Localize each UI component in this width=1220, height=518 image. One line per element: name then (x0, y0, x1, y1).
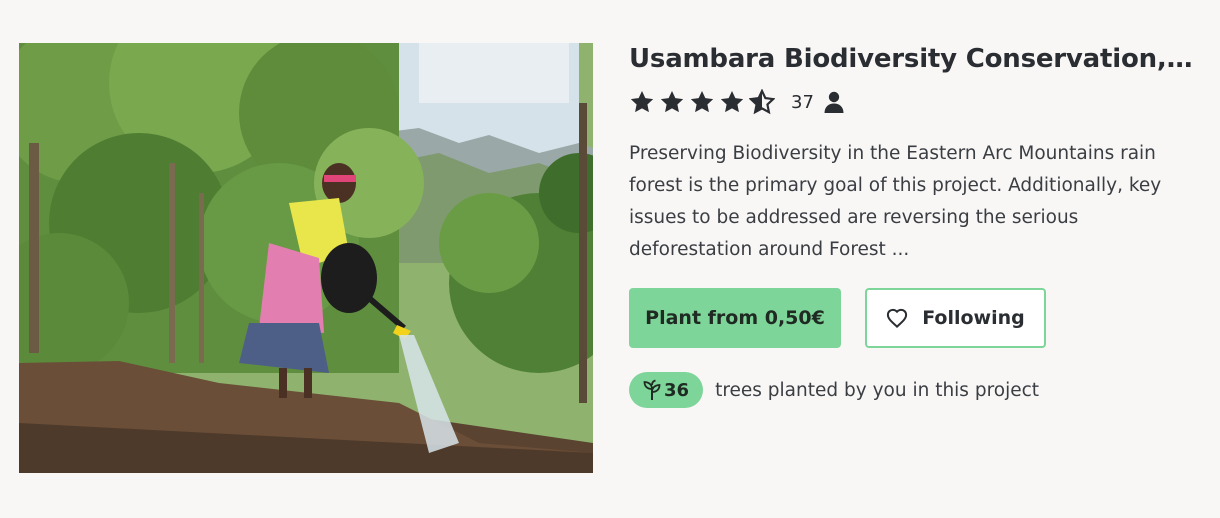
person-icon (824, 91, 844, 113)
project-photo[interactable] (19, 43, 593, 473)
star-full-icon (720, 90, 744, 113)
project-photo-image (19, 43, 593, 473)
star-full-icon (690, 90, 714, 113)
star-half-icon (749, 89, 775, 115)
trees-planted-row: 36 trees planted by you in this project (629, 372, 1199, 408)
star-full-icon (630, 90, 654, 113)
trees-count-badge: 36 (629, 372, 704, 408)
action-buttons: Plant from 0,50€ Following (629, 288, 1199, 348)
project-description: Preserving Biodiversity in the Eastern A… (629, 143, 1162, 260)
project-info: Usambara Biodiversity Conservation, Tanz… (629, 40, 1199, 408)
following-label: Following (922, 307, 1025, 329)
star-rating (629, 89, 775, 115)
following-button[interactable]: Following (865, 288, 1046, 348)
heart-icon (887, 308, 908, 328)
sprout-icon (643, 379, 661, 400)
rating-count: 37 (791, 91, 814, 113)
plant-button[interactable]: Plant from 0,50€ (629, 288, 841, 348)
star-full-icon (660, 90, 684, 113)
project-card: Usambara Biodiversity Conservation, Tanz… (0, 0, 1220, 518)
project-title[interactable]: Usambara Biodiversity Conservation, Tanz… (629, 40, 1199, 78)
trees-count: 36 (664, 379, 690, 401)
rating-row: 37 (629, 88, 1199, 116)
trees-planted-text: trees planted by you in this project (715, 379, 1040, 401)
